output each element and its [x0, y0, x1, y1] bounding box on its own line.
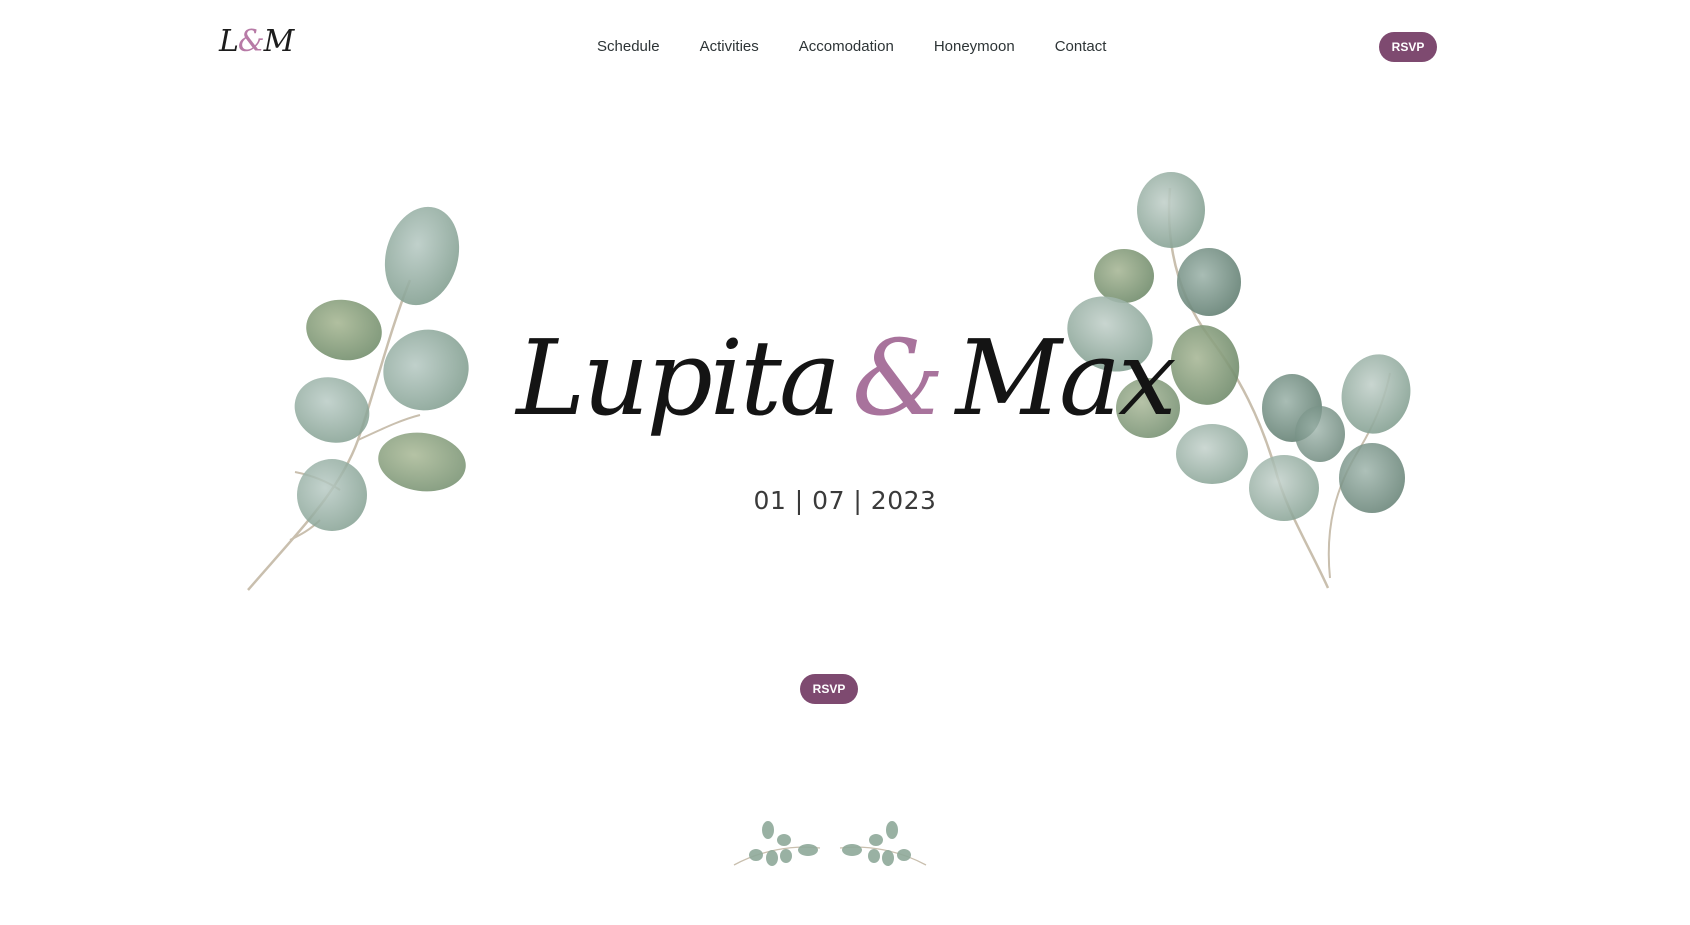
nav-link-honeymoon[interactable]: Honeymoon: [934, 38, 1015, 55]
nav-link-contact[interactable]: Contact: [1055, 38, 1107, 55]
page: L&M Schedule Activities Accomodation Hon…: [0, 0, 1690, 925]
wedding-date: 01 | 07 | 2023: [753, 486, 937, 515]
names-ampersand: &: [851, 317, 945, 439]
hero-rsvp-button[interactable]: RSVP: [800, 674, 858, 704]
name-one: Lupita: [516, 317, 841, 439]
eucalyptus-divider-icon: [733, 821, 927, 866]
nav-link-activities[interactable]: Activities: [700, 38, 759, 55]
couple-names: Lupita & Max: [0, 308, 1690, 448]
name-two: Max: [955, 317, 1177, 439]
logo-initial-m: M: [263, 24, 295, 59]
logo-initial-l: L: [219, 24, 239, 59]
main-nav: Schedule Activities Accomodation Honeymo…: [597, 38, 1106, 55]
logo[interactable]: L&M: [219, 24, 295, 59]
nav-link-schedule[interactable]: Schedule: [597, 38, 660, 55]
header-rsvp-button[interactable]: RSVP: [1379, 32, 1437, 62]
logo-ampersand: &: [237, 24, 265, 59]
site-header: L&M Schedule Activities Accomodation Hon…: [0, 0, 1690, 94]
nav-link-accomodation[interactable]: Accomodation: [799, 38, 894, 55]
